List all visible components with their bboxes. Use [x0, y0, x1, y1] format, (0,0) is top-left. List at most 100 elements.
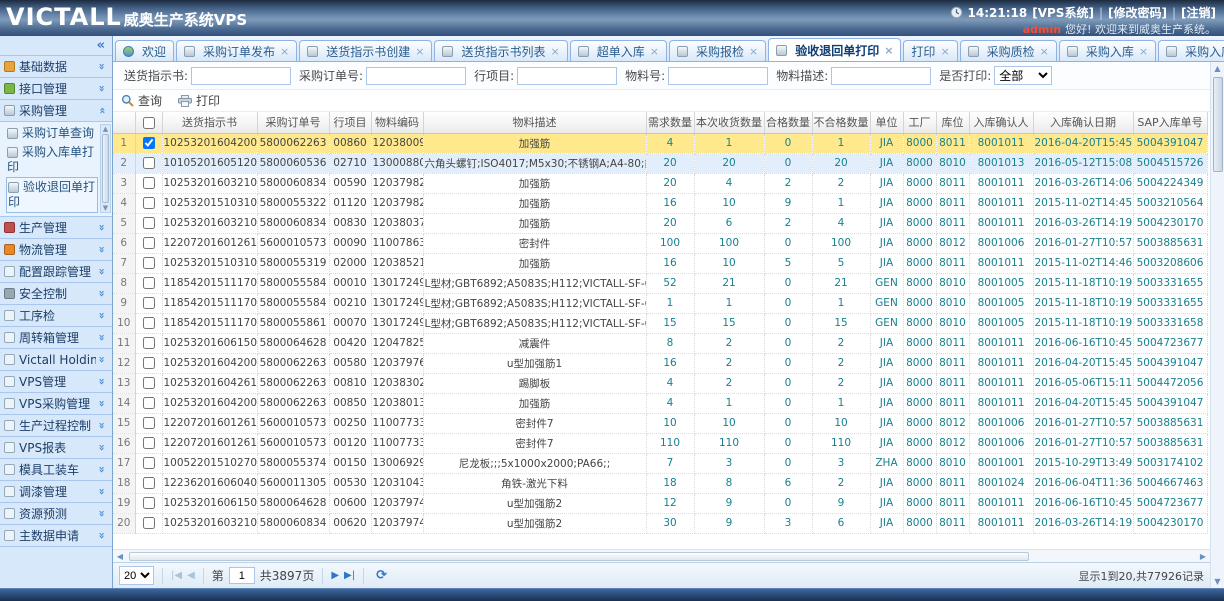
sidebar-item-配置跟踪管理[interactable]: 配置跟踪管理» — [0, 261, 112, 283]
row-checkbox[interactable] — [143, 177, 155, 189]
table-row[interactable]: 410253201510310258000553220112012037982加… — [113, 193, 1207, 213]
submenu-item-验收退回单打印[interactable]: 验收退回单打印 — [6, 177, 98, 213]
sidebar-item-VPS管理[interactable]: VPS管理» — [0, 371, 112, 393]
column-header-confirm-date[interactable]: 入库确认日期 — [1033, 112, 1133, 133]
column-header-received-qty[interactable]: 本次收货数量 — [694, 112, 764, 133]
table-row[interactable]: 1710052201510270558000553740015013006929… — [113, 453, 1207, 473]
column-header-unit[interactable]: 单位 — [870, 112, 903, 133]
logout-link[interactable]: [注销] — [1181, 4, 1216, 21]
sidebar-item-调漆管理[interactable]: 调漆管理» — [0, 481, 112, 503]
tab-采购订单发布[interactable]: 采购订单发布× — [176, 40, 297, 61]
close-icon[interactable]: × — [884, 44, 893, 57]
chevron-down-icon[interactable]: » — [96, 442, 109, 454]
horizontal-scrollbar[interactable]: ◀ ▶ — [113, 549, 1210, 562]
submenu-scrollbar-thumb[interactable] — [102, 134, 109, 203]
next-page-button[interactable]: ▶ — [331, 570, 339, 581]
table-row[interactable]: 510253201603210858000608340083012038037加… — [113, 213, 1207, 233]
row-checkbox[interactable] — [143, 237, 155, 249]
scroll-up-icon[interactable]: ▲ — [1214, 62, 1220, 75]
table-row[interactable]: 1110253201606150658000646280042012047825… — [113, 333, 1207, 353]
column-header-demand-qty[interactable]: 需求数量 — [646, 112, 694, 133]
sidebar-item-安全控制[interactable]: 安全控制» — [0, 283, 112, 305]
search-input-物料描述[interactable] — [831, 67, 931, 85]
tab-采购入库单打印[interactable]: 采购入库单打印× — [1158, 40, 1224, 61]
print-button[interactable]: 打印 — [178, 92, 220, 109]
table-row[interactable]: 811854201511170158000555840001013017249L… — [113, 273, 1207, 293]
refresh-icon[interactable]: ⟳ — [376, 568, 387, 583]
sidebar-item-主数据申请[interactable]: 主数据申请» — [0, 525, 112, 547]
chevron-down-icon[interactable]: » — [96, 530, 109, 542]
close-icon[interactable]: × — [749, 45, 758, 58]
row-checkbox[interactable] — [143, 497, 155, 509]
search-input-物料号[interactable] — [668, 67, 768, 85]
tab-采购质检[interactable]: 采购质检× — [960, 40, 1057, 61]
row-checkbox[interactable] — [143, 217, 155, 229]
table-row[interactable]: 612207201601261956000105730009011007863密… — [113, 233, 1207, 253]
sidebar-item-物流管理[interactable]: 物流管理» — [0, 239, 112, 261]
scroll-right-icon[interactable]: ▶ — [1196, 552, 1210, 561]
tab-打印[interactable]: 打印× — [903, 40, 957, 61]
close-icon[interactable]: × — [280, 45, 289, 58]
change-password-link[interactable]: [修改密码] — [1108, 4, 1167, 21]
chevron-up-icon[interactable]: » — [96, 105, 109, 117]
sidebar-item-VPS报表[interactable]: VPS报表» — [0, 437, 112, 459]
row-checkbox[interactable] — [143, 457, 155, 469]
row-checkbox[interactable] — [143, 437, 155, 449]
sidebar-item-周转箱管理[interactable]: 周转箱管理» — [0, 327, 112, 349]
scroll-left-icon[interactable]: ◀ — [113, 552, 127, 561]
tab-送货指示书列表[interactable]: 送货指示书列表× — [434, 40, 567, 61]
search-input-采购订单号[interactable] — [366, 67, 466, 85]
chevron-down-icon[interactable]: » — [96, 83, 109, 95]
row-checkbox[interactable] — [143, 197, 155, 209]
chevron-down-icon[interactable]: » — [96, 464, 109, 476]
sidebar-item-模具工装车[interactable]: 模具工装车» — [0, 459, 112, 481]
table-row[interactable]: 1310253201604261658000622630081012038302… — [113, 373, 1207, 393]
close-icon[interactable]: × — [650, 45, 659, 58]
scroll-down-icon[interactable]: ▼ — [1214, 575, 1220, 588]
chevron-down-icon[interactable]: » — [96, 288, 109, 300]
column-header-qualified-qty[interactable]: 合格数量 — [764, 112, 812, 133]
sidebar-item-资源预测[interactable]: 资源预测» — [0, 503, 112, 525]
chevron-down-icon[interactable]: » — [96, 332, 109, 344]
column-header-material-desc[interactable]: 物料描述 — [423, 112, 646, 133]
table-row[interactable]: 1812236201606040756000113050053012031043… — [113, 473, 1207, 493]
sidebar-item-Victall Holding[interactable]: Victall Holding» — [0, 349, 112, 371]
chevron-down-icon[interactable]: » — [96, 354, 109, 366]
chevron-down-icon[interactable]: » — [96, 61, 109, 73]
tab-验收退回单打印[interactable]: 验收退回单打印× — [768, 38, 901, 61]
page-number-input[interactable] — [229, 567, 255, 584]
close-icon[interactable]: × — [1139, 45, 1148, 58]
sidebar-item-接口管理[interactable]: 接口管理» — [0, 78, 112, 100]
table-row[interactable]: 110253201604200758000622630086012038009加… — [113, 133, 1207, 153]
tab-超单入库[interactable]: 超单入库× — [570, 40, 667, 61]
chevron-down-icon[interactable]: » — [96, 244, 109, 256]
search-input-行项目[interactable] — [517, 67, 617, 85]
row-checkbox[interactable] — [143, 397, 155, 409]
chevron-down-icon[interactable]: » — [96, 486, 109, 498]
sidebar-item-生产过程控制[interactable]: 生产过程控制» — [0, 415, 112, 437]
close-icon[interactable]: × — [940, 45, 949, 58]
table-row[interactable]: 1011854201511170158000558610007013017249… — [113, 313, 1207, 333]
table-row[interactable]: 1612207201601261956000105730012011007733… — [113, 433, 1207, 453]
table-row[interactable]: 1210253201604200758000622630058012037976… — [113, 353, 1207, 373]
chevron-down-icon[interactable]: » — [96, 310, 109, 322]
prev-page-button[interactable]: ◀ — [187, 570, 195, 581]
sidebar-item-基础数据[interactable]: 基础数据» — [0, 56, 112, 78]
column-header-delivery-note[interactable]: 送货指示书 — [162, 112, 257, 133]
row-checkbox[interactable] — [143, 357, 155, 369]
close-icon[interactable]: × — [1040, 45, 1049, 58]
submenu-item-采购订单查询[interactable]: 采购订单查询 — [6, 124, 98, 143]
scroll-down-icon[interactable]: ▼ — [103, 204, 108, 212]
sidebar-item-采购管理[interactable]: 采购管理» — [0, 100, 112, 122]
row-checkbox[interactable] — [143, 417, 155, 429]
tab-采购报检[interactable]: 采购报检× — [669, 40, 766, 61]
row-checkbox[interactable] — [143, 257, 155, 269]
submenu-scrollbar[interactable]: ▲▼ — [100, 124, 111, 213]
column-header-purchase-order[interactable]: 采购订单号 — [257, 112, 329, 133]
row-checkbox[interactable] — [143, 337, 155, 349]
search-input-送货指示书[interactable] — [191, 67, 291, 85]
sidebar-collapse-button[interactable]: « — [0, 36, 112, 56]
table-row[interactable]: 1512207201601261956000105730025011007733… — [113, 413, 1207, 433]
chevron-down-icon[interactable]: » — [96, 508, 109, 520]
table-row[interactable]: 210105201605120558000605360271013000880六… — [113, 153, 1207, 173]
